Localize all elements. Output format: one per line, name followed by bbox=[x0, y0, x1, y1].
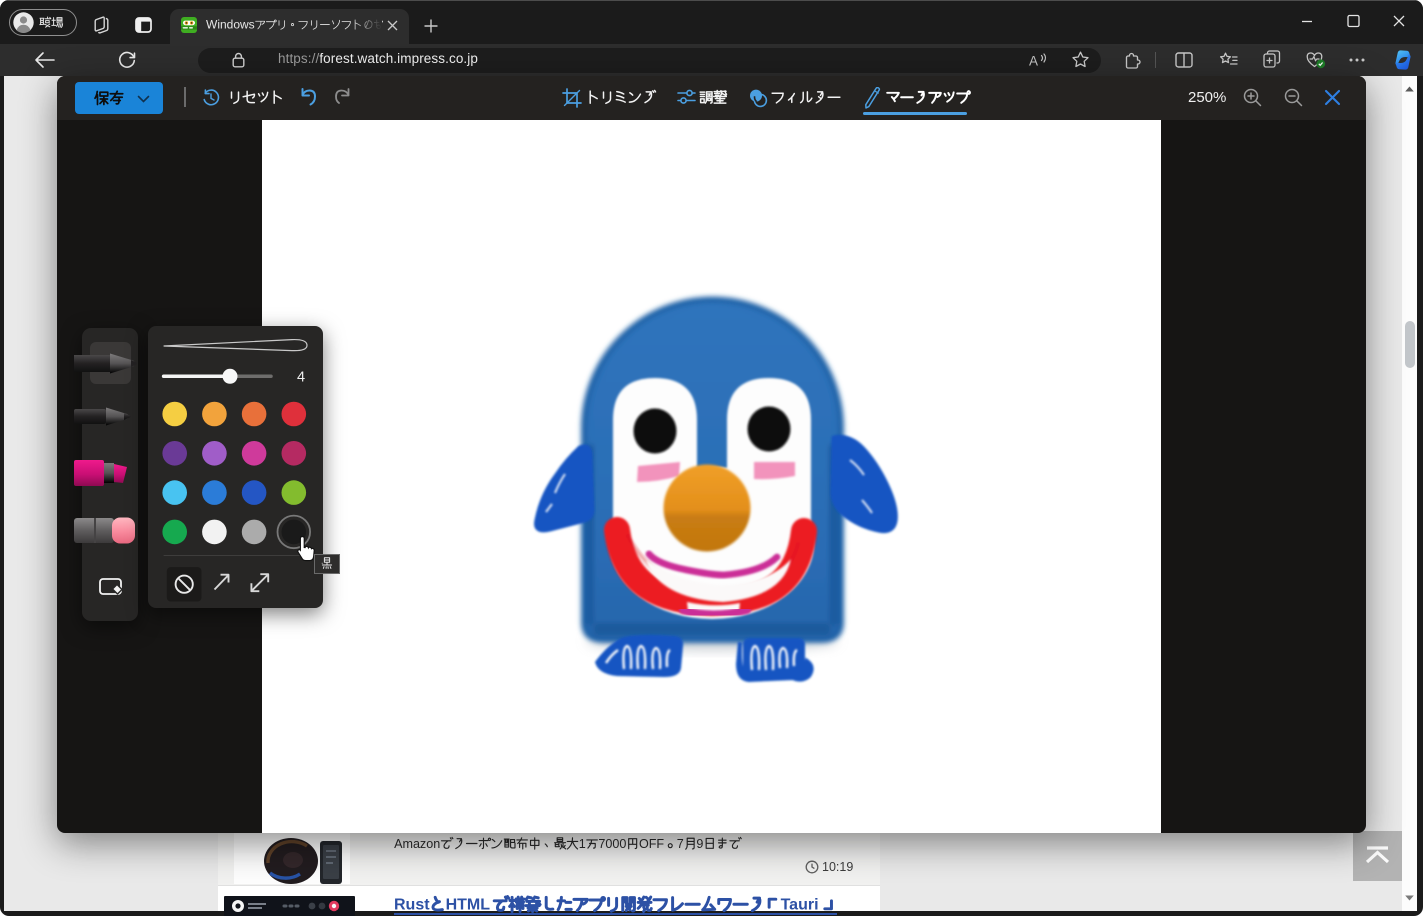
svg-text:1: 1 bbox=[579, 837, 586, 851]
svg-text:HTML: HTML bbox=[446, 896, 491, 913]
svg-text:A: A bbox=[1029, 54, 1038, 69]
svg-text:9: 9 bbox=[696, 837, 703, 851]
svg-text:OFF: OFF bbox=[639, 837, 664, 851]
svg-text:4: 4 bbox=[297, 370, 305, 386]
svg-text:Tauri: Tauri bbox=[781, 896, 819, 913]
svg-text:7000: 7000 bbox=[598, 837, 626, 851]
svg-text:Amazon: Amazon bbox=[394, 837, 440, 851]
svg-text:7: 7 bbox=[677, 837, 684, 851]
svg-text:Windows: Windows bbox=[206, 19, 255, 31]
svg-text:Rust: Rust bbox=[394, 896, 430, 913]
